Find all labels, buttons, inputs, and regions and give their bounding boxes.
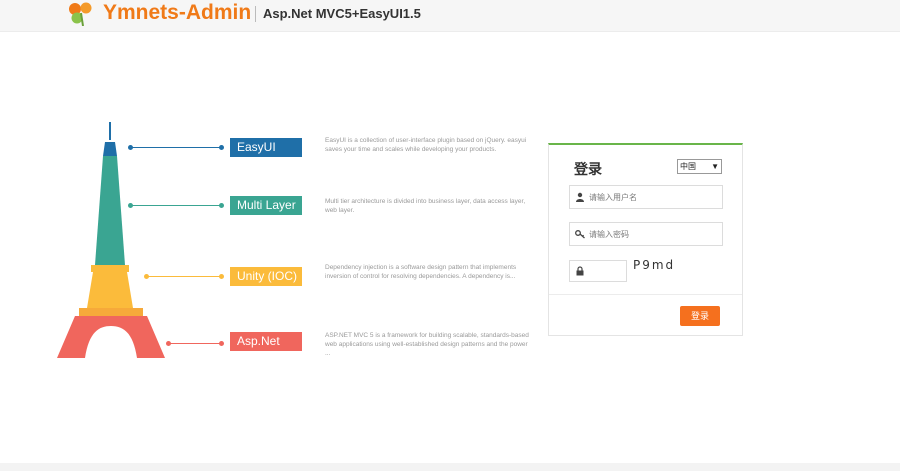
feature-tag: EasyUI [230, 138, 302, 157]
feature-tag: Multi Layer [230, 196, 302, 215]
feature-row-multi-layer: Multi Layer Multi tier architecture is d… [0, 186, 560, 226]
chevron-down-icon: ▼ [711, 162, 719, 171]
top-bar: Ymnets-Admin Asp.Net MVC5+EasyUI1.5 [0, 0, 900, 32]
captcha-input[interactable] [569, 260, 627, 282]
feature-description: ASP.NET MVC 5 is a framework for buildin… [325, 332, 529, 357]
language-value: 中国 [680, 162, 696, 171]
leader-line [130, 205, 222, 206]
leader-dot [144, 274, 149, 279]
login-panel: 登录 中国 ▼ 请输入用户名 请输入密码 P9md 登录 [548, 143, 743, 336]
feature-description: Multi tier architecture is divided into … [325, 198, 526, 214]
username-placeholder: 请输入用户名 [589, 193, 637, 202]
leader-line [146, 276, 222, 277]
brand-subtitle: Asp.Net MVC5+EasyUI1.5 [263, 6, 421, 21]
feature-row-easyui: EasyUI EasyUI is a collection of user-in… [0, 128, 560, 168]
login-button[interactable]: 登录 [680, 306, 720, 326]
password-placeholder: 请输入密码 [589, 230, 629, 239]
leader-dot [219, 341, 224, 346]
leader-dot [219, 145, 224, 150]
leader-dot [219, 274, 224, 279]
leader-dot [166, 341, 171, 346]
lock-icon [576, 266, 584, 276]
feature-description: EasyUI is a collection of user-interface… [325, 137, 527, 153]
brand-separator [255, 6, 256, 22]
feature-tag: Asp.Net MVC [230, 332, 302, 367]
feature-row-unity: Unity (IOC) Dependency injection is a so… [0, 257, 560, 297]
leader-line [168, 343, 222, 344]
leader-dot [128, 145, 133, 150]
language-select[interactable]: 中国 ▼ [677, 159, 722, 174]
leader-dot [219, 203, 224, 208]
login-title: 登录 [574, 161, 602, 177]
key-icon [575, 230, 585, 239]
panel-divider [549, 294, 742, 295]
feature-description: Dependency injection is a software desig… [325, 264, 517, 280]
footer-strip [0, 463, 900, 471]
leader-line [130, 147, 222, 148]
brand-name: Ymnets-Admin [103, 1, 252, 24]
user-icon [576, 192, 584, 202]
captcha-image[interactable]: P9md [633, 258, 685, 278]
password-field[interactable]: 请输入密码 [569, 222, 723, 246]
leader-dot [128, 203, 133, 208]
clover-logo-icon [69, 2, 92, 26]
username-field[interactable]: 请输入用户名 [569, 185, 723, 209]
feature-row-asp-net-mvc: Asp.Net MVC ASP.NET MVC 5 is a framework… [0, 324, 560, 367]
feature-tag: Unity (IOC) [230, 267, 302, 286]
